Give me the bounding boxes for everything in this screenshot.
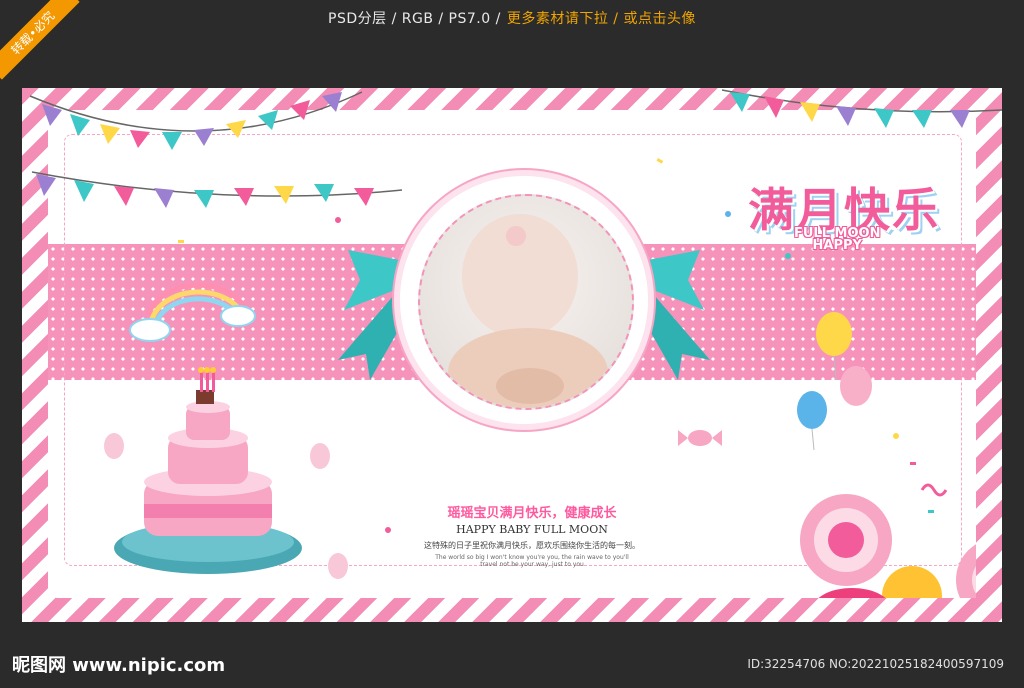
header-text: PSD分层 / RGB / PS7.0 / xyxy=(328,11,501,27)
bunting-flags xyxy=(29,89,1002,208)
poster: 满月快乐 FULL MOON HAPPY 瑶瑶宝贝满月快乐，健康成长 HAPPY… xyxy=(22,88,1002,622)
header-highlight-link[interactable]: 更多素材请下拉 / 或点击头像 xyxy=(507,8,696,28)
header-bar: PSD分层 / RGB / PS7.0 / 更多素材请下拉 / 或点击头像 xyxy=(0,0,1024,36)
bunting-right-icon xyxy=(721,89,1002,128)
site-logo[interactable]: 昵图网 www.nipic.com xyxy=(12,651,225,677)
footer-bar: 昵图网 www.nipic.com ID:32254706 NO:2022102… xyxy=(0,640,1024,688)
image-id-text: ID:32254706 NO:20221025182400597109 xyxy=(747,657,1004,671)
bunting-left-icon xyxy=(29,91,403,208)
